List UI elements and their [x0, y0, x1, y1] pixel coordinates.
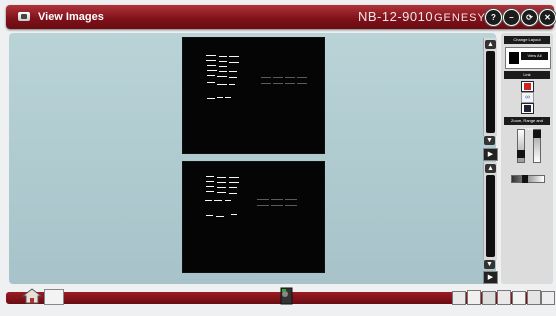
title-bar: View Images NB-12-9010 GENESYS ? – ⟳ ✕	[6, 5, 556, 29]
slider-handle[interactable]	[533, 130, 541, 138]
window-title: View Images	[38, 11, 104, 23]
gel-image-2[interactable]	[182, 161, 325, 273]
zoom-range-gamma-header: Zoom, Range and Gamma	[504, 117, 550, 131]
link-image-1-icon[interactable]	[521, 81, 534, 92]
monitor-icon[interactable]	[467, 290, 481, 305]
layout-thumbnail-icon	[509, 52, 519, 64]
export-icon[interactable]	[452, 291, 466, 305]
view-all-label: View All	[521, 52, 548, 60]
link-header: Link	[504, 71, 550, 79]
compare-icon[interactable]	[527, 290, 541, 305]
home-icon[interactable]	[21, 288, 43, 304]
help-button[interactable]: ?	[485, 9, 502, 26]
scroll-thumb[interactable]	[486, 175, 495, 257]
range-slider-right[interactable]	[533, 129, 541, 163]
scroll-thumb[interactable]	[486, 51, 495, 133]
slider-handle[interactable]	[522, 175, 528, 183]
next-image-button[interactable]: ▶	[483, 148, 498, 161]
layout-view-all-option[interactable]: View All	[505, 47, 551, 69]
scroll-down-icon[interactable]: ▼	[484, 260, 495, 269]
model-number: NB-12-9010	[358, 9, 434, 24]
scrollbar-image-1[interactable]: ▲	[483, 38, 497, 136]
save-icon[interactable]	[497, 290, 511, 305]
gel-image-1[interactable]	[182, 37, 325, 154]
scrollbar-image-2[interactable]: ▲	[483, 162, 497, 260]
link-image-2-icon[interactable]	[521, 103, 534, 114]
next-image-button[interactable]: ▶	[483, 271, 498, 284]
scroll-down-icon[interactable]: ▼	[484, 136, 495, 145]
scroll-up-icon[interactable]: ▲	[485, 40, 496, 49]
print-icon[interactable]	[482, 291, 496, 305]
control-panel: Change Layout View All Link ∞ Zoom, Rang…	[501, 33, 553, 284]
image-library-icon[interactable]	[44, 289, 64, 305]
settings-icon[interactable]	[541, 291, 555, 305]
close-button[interactable]: ✕	[539, 9, 556, 26]
slider-handle[interactable]	[517, 150, 525, 158]
gamma-slider[interactable]	[511, 175, 545, 183]
annotate-icon[interactable]	[512, 291, 526, 305]
settings-button[interactable]: ⟳	[521, 9, 538, 26]
scroll-up-icon[interactable]: ▲	[485, 164, 496, 173]
chain-link-icon[interactable]: ∞	[521, 92, 534, 103]
change-layout-header: Change Layout	[504, 36, 550, 44]
range-slider-left[interactable]	[517, 129, 525, 163]
app-icon	[18, 12, 30, 21]
camera-icon[interactable]	[276, 287, 296, 305]
minimize-button[interactable]: –	[503, 9, 520, 26]
